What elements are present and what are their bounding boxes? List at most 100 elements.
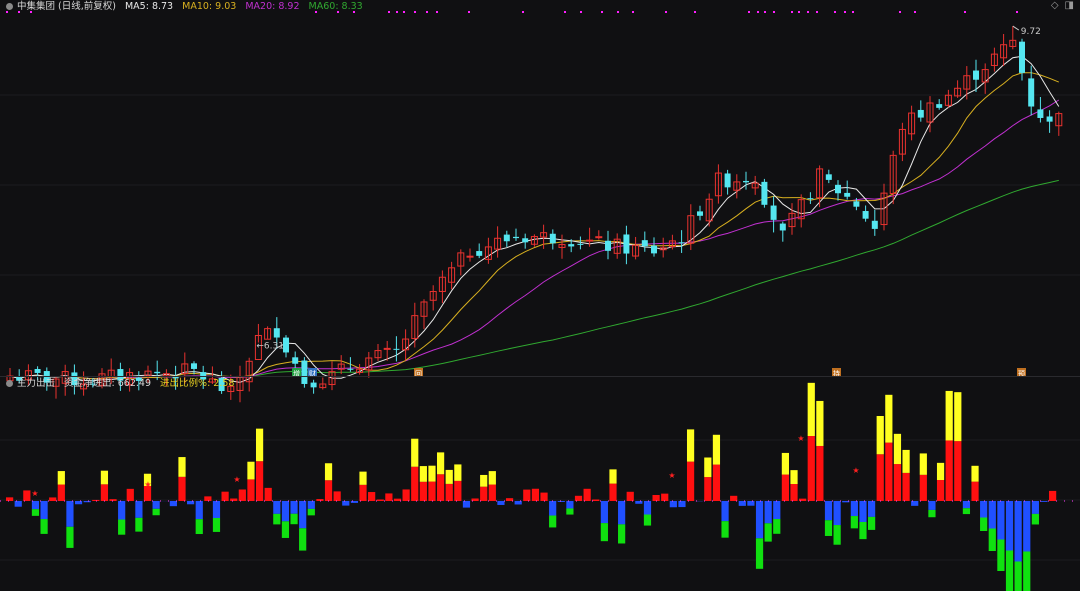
candle-body — [301, 360, 308, 384]
inflow-bar-red — [686, 461, 695, 501]
outflow-bar-green — [997, 539, 1005, 571]
candle-body — [191, 363, 197, 369]
inflow-bar-red — [626, 491, 634, 501]
outflow-bar-green — [755, 538, 764, 569]
signal-dot — [388, 11, 390, 13]
indicator-name[interactable]: 主力出击 — [17, 378, 55, 389]
outflow-bar-blue — [997, 501, 1005, 540]
inflow-bar-red — [523, 489, 531, 501]
candle-body — [1046, 116, 1053, 122]
candle-body — [724, 173, 731, 188]
ma60-line — [9, 179, 1059, 380]
outflow-bar-green — [299, 528, 307, 551]
outflow-bar-green — [281, 521, 290, 538]
outflow-bar-green — [773, 519, 781, 534]
inflow-bar-red — [954, 441, 962, 501]
inflow-bar-red — [402, 489, 410, 501]
outflow-bar-green — [118, 519, 126, 535]
signal-dot — [748, 11, 750, 13]
signal-dot — [522, 11, 524, 13]
grid-lines — [0, 94, 1080, 561]
inflow-bar-red — [57, 484, 65, 501]
inflow-bar-red — [574, 495, 583, 501]
star-signal: ★ — [852, 466, 859, 475]
outflow-bar-green — [824, 520, 833, 536]
stock-title[interactable]: 中集集团 (日线,前复权) — [17, 1, 116, 12]
inflow-bar-yellow — [945, 390, 953, 441]
inflow-bar-red — [781, 474, 789, 501]
inflow-bar-red — [592, 499, 600, 501]
ma10-line — [9, 72, 1059, 380]
candle-body — [623, 234, 630, 254]
signal-dot — [414, 11, 416, 13]
outflow-bar-blue — [1023, 501, 1031, 552]
signal-dot — [601, 11, 603, 13]
ma20-label: MA20: 8.92 — [245, 1, 300, 12]
outflow-bar-green — [1014, 561, 1022, 591]
inflow-bar-yellow — [686, 429, 695, 462]
window-controls: ◇ ◨ — [1045, 0, 1074, 12]
inflow-bar-red — [1049, 490, 1057, 501]
signal-dot — [468, 11, 470, 13]
outflow-bar-blue — [850, 501, 858, 517]
signal-dot — [914, 11, 916, 13]
high-pointer — [1012, 25, 1020, 31]
outflow-bar-green — [962, 508, 971, 515]
outflow-bar-blue — [868, 501, 876, 517]
outflow-bar-blue — [1005, 501, 1014, 551]
candle-body — [761, 181, 768, 205]
outflow-bar-blue — [988, 501, 996, 529]
inflow-bar-red — [893, 464, 902, 501]
panel-icon[interactable]: ◨ — [1065, 0, 1074, 11]
outflow-bar-blue — [773, 501, 781, 520]
settings-dot-icon[interactable] — [6, 3, 13, 10]
signal-dot — [436, 11, 438, 13]
inflow-bar-yellow — [411, 438, 419, 467]
outflow-bar-blue — [635, 501, 643, 504]
candle-body — [513, 236, 519, 239]
inflow-bar-yellow — [480, 474, 488, 487]
outflow-bar-green — [833, 525, 841, 545]
candle-body — [779, 223, 786, 231]
outflow-bar-green — [40, 519, 48, 534]
candle-body — [871, 220, 878, 229]
inflow-bar-red — [333, 491, 341, 501]
inflow-bar-red — [221, 491, 229, 501]
indicator-header: 主力出击 资金净进出: 662.49 进出比例%: 2.58 — [6, 377, 240, 391]
outflow-bar-green — [868, 516, 876, 530]
candle-body — [641, 240, 648, 247]
outflow-bar-blue — [350, 501, 358, 503]
diamond-icon[interactable]: ◇ — [1051, 0, 1059, 11]
outflow-bar-green — [859, 521, 867, 540]
inflow-bar-yellow — [954, 392, 962, 442]
candle-body — [605, 240, 611, 251]
inflow-bar-red — [945, 440, 953, 501]
signal-dot — [964, 11, 966, 13]
inflow-bar-red — [264, 487, 272, 501]
candle-body — [393, 348, 400, 350]
settings-dot-icon[interactable] — [6, 380, 13, 387]
outflow-bar-green — [1005, 550, 1014, 591]
outflow-bar-blue — [299, 501, 307, 529]
outflow-bar-blue — [859, 501, 867, 522]
inflow-bar-red — [316, 499, 324, 501]
inflow-bar-red — [902, 472, 910, 501]
outflow-bar-green — [152, 508, 160, 516]
inflow-bar-red — [816, 445, 824, 501]
outflow-bar-green — [195, 519, 203, 535]
inflow-bar-red — [23, 490, 31, 501]
low-price-label: ←6.31 — [256, 342, 284, 352]
candle-body — [1019, 41, 1025, 73]
outflow-bar-green — [721, 521, 729, 538]
inflow-bar-yellow — [919, 453, 927, 475]
outflow-bar-blue — [497, 501, 505, 505]
candle-body — [844, 192, 851, 197]
signal-dot — [426, 11, 428, 13]
outflow-bar-blue — [118, 501, 126, 520]
candle-body — [503, 234, 510, 242]
candle-body — [678, 242, 685, 244]
inflow-bar-red — [247, 479, 255, 501]
candle-body — [549, 233, 556, 244]
inflow-bar-yellow — [324, 463, 333, 481]
inflow-bar-yellow — [781, 452, 789, 475]
